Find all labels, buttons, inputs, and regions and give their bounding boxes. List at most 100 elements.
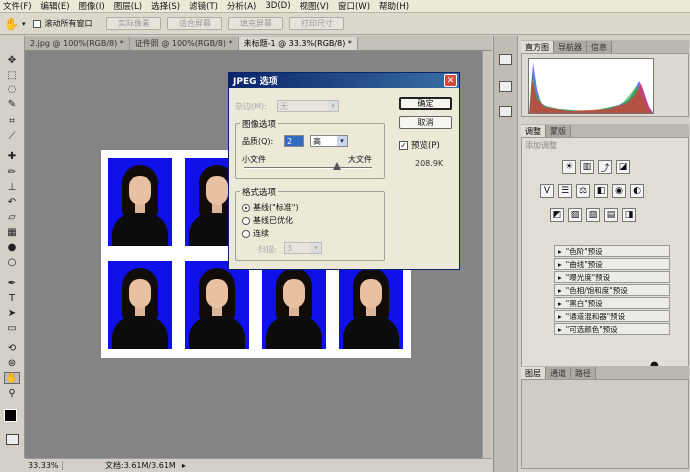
hue-saturation-icon[interactable]: ☰: [558, 184, 572, 198]
blur-tool-icon[interactable]: ●: [4, 241, 20, 253]
quick-mask-icon[interactable]: [6, 434, 19, 445]
preset-label: "色相/饱和度"预设: [565, 285, 628, 295]
tool-preset-dropdown[interactable]: ▾: [22, 20, 26, 28]
tab-doc-1[interactable]: 2.jpg @ 100%(RGB/8) *: [25, 37, 130, 50]
foreground-color-swatch[interactable]: [4, 409, 17, 422]
eyedropper-tool-icon[interactable]: ⟋: [4, 130, 20, 142]
photo-filter-icon[interactable]: ◉: [612, 184, 626, 198]
baseline-standard-radio[interactable]: 基线("标准"): [242, 202, 299, 213]
ok-button[interactable]: 确定: [399, 97, 452, 110]
menu-view[interactable]: 视图(V): [300, 0, 329, 12]
exposure-icon[interactable]: ◪: [616, 160, 630, 174]
gradient-tool-icon[interactable]: ▦: [4, 226, 20, 238]
tab-info[interactable]: 信息: [587, 41, 612, 53]
actual-pixels-button[interactable]: 实际像素: [106, 17, 162, 30]
menu-analysis[interactable]: 分析(A): [227, 0, 256, 12]
tab-histogram[interactable]: 直方图: [521, 41, 554, 53]
curves-icon[interactable]: ⤴: [598, 160, 612, 174]
quality-slider-thumb[interactable]: [333, 162, 341, 170]
tab-masks[interactable]: 蒙版: [546, 125, 571, 137]
menu-window[interactable]: 窗口(W): [338, 0, 370, 12]
tab-doc-2[interactable]: 证件照 @ 100%(RGB/8) *: [129, 37, 239, 50]
brightness-contrast-icon[interactable]: ☀: [562, 160, 576, 174]
preset-levels[interactable]: ▸ "色阶"预设: [554, 245, 670, 257]
channel-mixer-icon[interactable]: ◐: [630, 184, 644, 198]
move-tool-icon[interactable]: ✥: [4, 54, 20, 66]
history-brush-tool-icon[interactable]: ↶: [4, 196, 20, 208]
chevron-down-icon: ▾: [328, 101, 338, 111]
progressive-radio[interactable]: 连续: [242, 228, 269, 239]
status-menu-arrow-icon[interactable]: ▸: [182, 461, 186, 470]
adjustments-panel: 调整 蒙版 添加调整 ☀ ▥ ⤴ ◪ V ☰ ⚖ ◧ ◉ ◐ ◩ ▨ ▧ ▤ ◨…: [521, 124, 689, 377]
menu-file[interactable]: 文件(F): [3, 0, 32, 12]
preset-curves[interactable]: ▸ "曲线"预设: [554, 258, 670, 270]
menu-edit[interactable]: 编辑(E): [41, 0, 70, 12]
scans-select[interactable]: 3 ▾: [284, 242, 322, 254]
menu-filter[interactable]: 滤镜(T): [189, 0, 218, 12]
quality-slider-track[interactable]: [244, 167, 372, 169]
preset-selective-color[interactable]: ▸ "可选颜色"预设: [554, 323, 670, 335]
hand-tool-icon[interactable]: ✋: [4, 372, 20, 384]
quality-input[interactable]: 2: [284, 135, 304, 147]
3d-rotate-tool-icon[interactable]: ⟲: [4, 342, 20, 354]
threshold-icon[interactable]: ▧: [586, 208, 600, 222]
posterize-icon[interactable]: ▨: [568, 208, 582, 222]
fill-screen-button[interactable]: 填充屏幕: [228, 17, 284, 30]
tab-navigator[interactable]: 导航器: [554, 41, 587, 53]
preset-channel-mixer[interactable]: ▸ "通道混和器"预设: [554, 310, 670, 322]
pen-tool-icon[interactable]: ✒: [4, 277, 20, 289]
fit-screen-button[interactable]: 适合屏幕: [167, 17, 223, 30]
zoom-tool-icon[interactable]: ⚲: [4, 387, 20, 399]
tab-channels[interactable]: 通道: [546, 367, 571, 379]
color-balance-icon[interactable]: ⚖: [576, 184, 590, 198]
preset-hue-saturation[interactable]: ▸ "色相/饱和度"预设: [554, 284, 670, 296]
print-size-button[interactable]: 打印尺寸: [289, 17, 345, 30]
hand-tool-icon[interactable]: ✋: [4, 17, 19, 31]
tab-doc-3[interactable]: 未标题-1 @ 33.3%(RGB/8) *: [238, 37, 358, 50]
quality-preset-select[interactable]: 高 ▾: [310, 135, 348, 147]
3d-orbit-tool-icon[interactable]: ⊛: [4, 357, 20, 369]
history-panel-icon[interactable]: [499, 54, 512, 65]
menu-select[interactable]: 选择(S): [151, 0, 180, 12]
black-white-icon[interactable]: ◧: [594, 184, 608, 198]
tab-paths[interactable]: 路径: [571, 367, 596, 379]
preset-exposure[interactable]: ▸ "曝光度"预设: [554, 271, 670, 283]
menu-layer[interactable]: 图层(L): [114, 0, 142, 12]
preset-black-white[interactable]: ▸ "黑白"预设: [554, 297, 670, 309]
healing-brush-tool-icon[interactable]: ✚: [4, 150, 20, 162]
crop-tool-icon[interactable]: ⌗: [4, 115, 20, 127]
levels-icon[interactable]: ▥: [580, 160, 594, 174]
menu-help[interactable]: 帮助(H): [379, 0, 409, 12]
vibrance-icon[interactable]: V: [540, 184, 554, 198]
selective-color-icon[interactable]: ◨: [622, 208, 636, 222]
clone-stamp-tool-icon[interactable]: ⊥: [4, 181, 20, 193]
cancel-button[interactable]: 取消: [399, 116, 452, 129]
shape-tool-icon[interactable]: ▭: [4, 322, 20, 334]
lasso-tool-icon[interactable]: ◌: [4, 83, 20, 95]
dodge-tool-icon[interactable]: ○: [4, 256, 20, 268]
brush-tool-icon[interactable]: ✏: [4, 166, 20, 178]
actions-panel-icon[interactable]: [499, 81, 512, 92]
baseline-optimized-radio[interactable]: 基线已优化: [242, 215, 293, 226]
menu-3d[interactable]: 3D(D): [265, 1, 290, 11]
document-vertical-scrollbar[interactable]: [482, 51, 492, 458]
type-tool-icon[interactable]: T: [4, 292, 20, 304]
quality-preset-value: 高: [313, 136, 321, 146]
menu-image[interactable]: 图像(I): [79, 0, 105, 12]
marquee-tool-icon[interactable]: ⬚: [4, 69, 20, 81]
eraser-tool-icon[interactable]: ▱: [4, 211, 20, 223]
invert-icon[interactable]: ◩: [550, 208, 564, 222]
scroll-all-checkbox[interactable]: [33, 19, 42, 28]
quick-select-tool-icon[interactable]: ✎: [4, 98, 20, 110]
tab-adjustments[interactable]: 调整: [521, 125, 546, 137]
zoom-level[interactable]: 33.33%: [25, 461, 63, 470]
layers-panel: 图层 通道 路径: [521, 366, 689, 469]
preset-label: "黑白"预设: [565, 298, 603, 308]
path-select-tool-icon[interactable]: ➤: [4, 307, 20, 319]
tab-layers[interactable]: 图层: [521, 367, 546, 379]
matte-select[interactable]: 无 ▾: [277, 100, 339, 112]
close-icon[interactable]: ✕: [444, 74, 457, 87]
preview-checkbox[interactable]: ✓ 预览(P): [399, 139, 440, 151]
swatches-panel-icon[interactable]: [499, 106, 512, 117]
gradient-map-icon[interactable]: ▤: [604, 208, 618, 222]
